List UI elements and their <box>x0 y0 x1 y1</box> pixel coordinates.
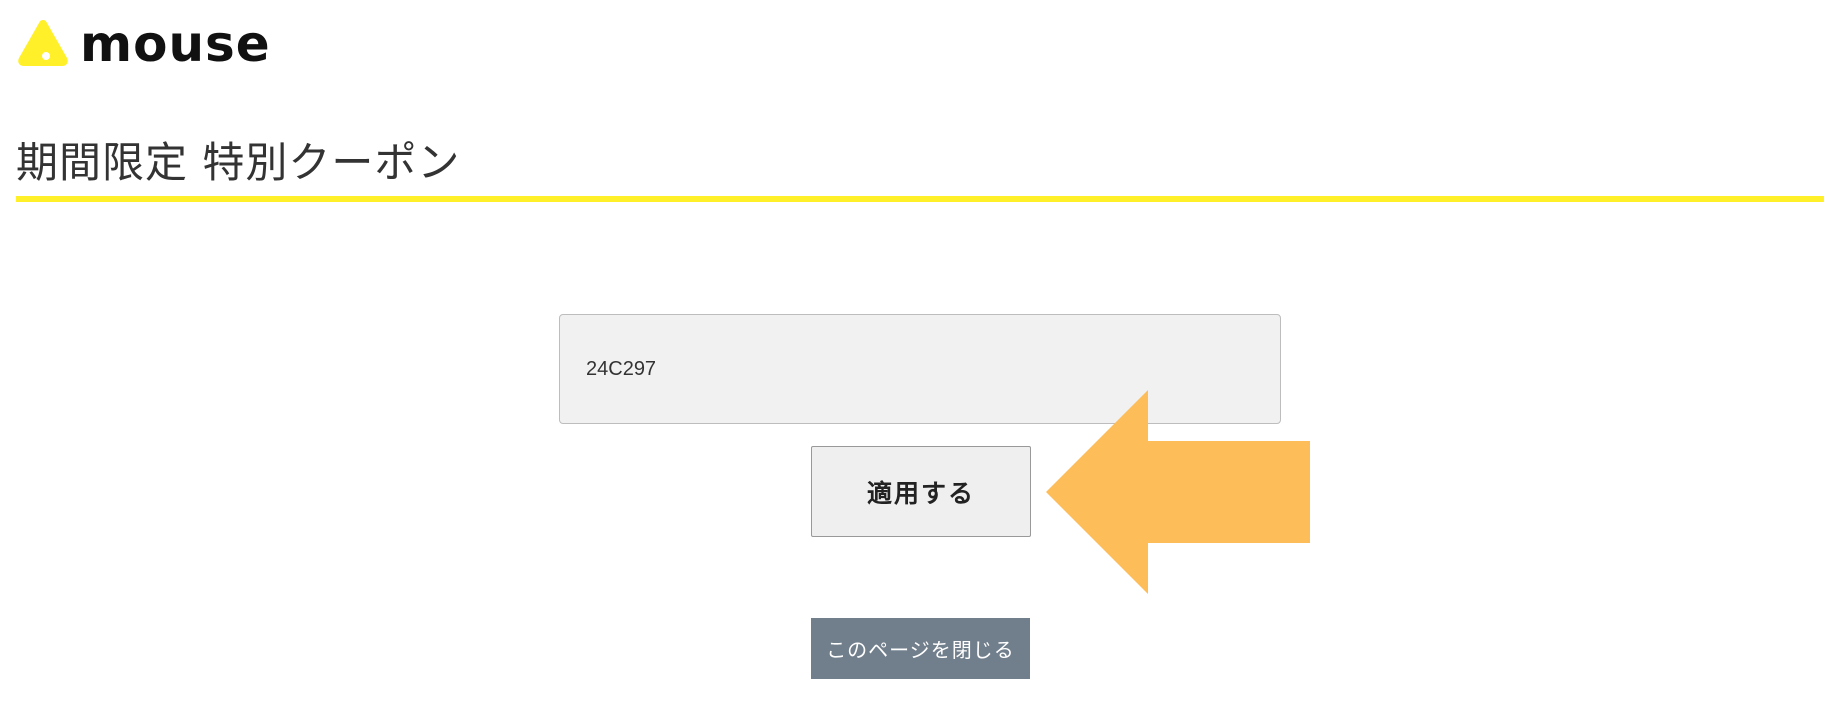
brand-name: mouse <box>80 15 271 73</box>
left-arrow-icon <box>1046 390 1310 594</box>
mouse-logo-icon <box>16 18 70 70</box>
site-header: mouse <box>16 18 271 70</box>
title-underline <box>16 196 1824 202</box>
page-title: 期間限定 特別クーポン <box>16 138 461 187</box>
apply-coupon-button[interactable]: 適用する <box>811 446 1031 537</box>
close-page-button[interactable]: このページを閉じる <box>811 618 1030 679</box>
